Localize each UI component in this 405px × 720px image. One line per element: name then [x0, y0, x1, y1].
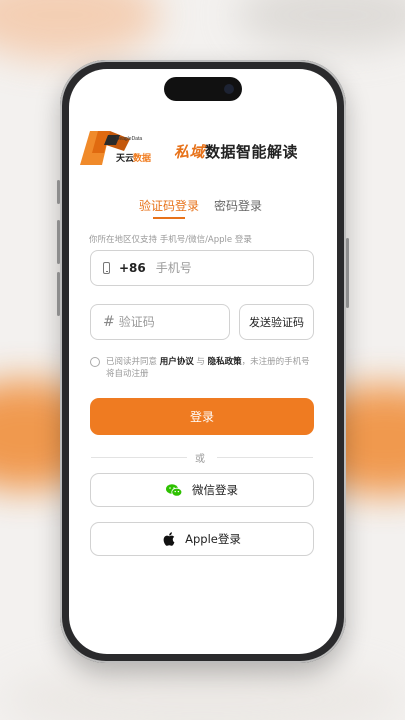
region-note: 你所在地区仅支持 手机号/微信/Apple 登录 [89, 235, 252, 245]
send-code-button[interactable]: 发送验证码 [239, 304, 314, 340]
logo-english-text: BeagleData [116, 136, 143, 142]
agreement-text: 已阅读并同意 用户协议 与 隐私政策，未注册的手机号将自动注册 [106, 356, 318, 380]
tab-password-login[interactable]: 密码登录 [214, 197, 262, 214]
phone-icon [103, 262, 110, 274]
wechat-icon [166, 483, 182, 497]
brand-header: BeagleData 天云 数据 私域数据智能解读 [80, 131, 330, 167]
logo-chinese-text-accent: 数据 [133, 154, 152, 164]
apple-login-button[interactable]: Apple登录 [90, 522, 314, 556]
login-screen: BeagleData 天云 数据 私域数据智能解读 验证码登录 密码登录 你所在… [69, 69, 337, 654]
code-field[interactable]: # [90, 304, 230, 340]
slogan-accent: 私域 [174, 143, 206, 161]
agreement-text-2: 与 [193, 357, 208, 367]
apple-icon [163, 532, 175, 546]
slogan-main: 数据智能解读 [205, 143, 299, 161]
active-tab-indicator [153, 217, 185, 219]
login-tabs: 验证码登录 密码登录 [139, 197, 279, 219]
phone-frame: BeagleData 天云 数据 私域数据智能解读 验证码登录 密码登录 你所在… [57, 60, 349, 663]
logo-chinese-text: 天云 [116, 154, 135, 164]
tab-sms-login[interactable]: 验证码登录 [139, 197, 199, 214]
apple-login-label: Apple登录 [185, 532, 241, 546]
agreement-text-1: 已阅读并同意 [106, 357, 160, 367]
user-agreement-link[interactable]: 用户协议 [160, 357, 194, 367]
hash-icon: # [103, 314, 115, 330]
wechat-login-button[interactable]: 微信登录 [90, 473, 314, 507]
wechat-login-label: 微信登录 [192, 483, 238, 497]
phone-input[interactable] [155, 261, 276, 275]
phone-field[interactable]: +86 [90, 250, 314, 286]
dynamic-island [164, 77, 242, 101]
country-code[interactable]: +86 [119, 261, 146, 275]
agreement-checkbox[interactable] [90, 357, 100, 367]
or-divider: 或 [91, 449, 313, 465]
privacy-policy-link[interactable]: 隐私政策 [208, 357, 242, 367]
or-text: 或 [195, 454, 205, 465]
slogan: 私域数据智能解读 [174, 141, 298, 162]
verification-code-input[interactable] [118, 315, 219, 329]
login-button[interactable]: 登录 [90, 398, 314, 435]
